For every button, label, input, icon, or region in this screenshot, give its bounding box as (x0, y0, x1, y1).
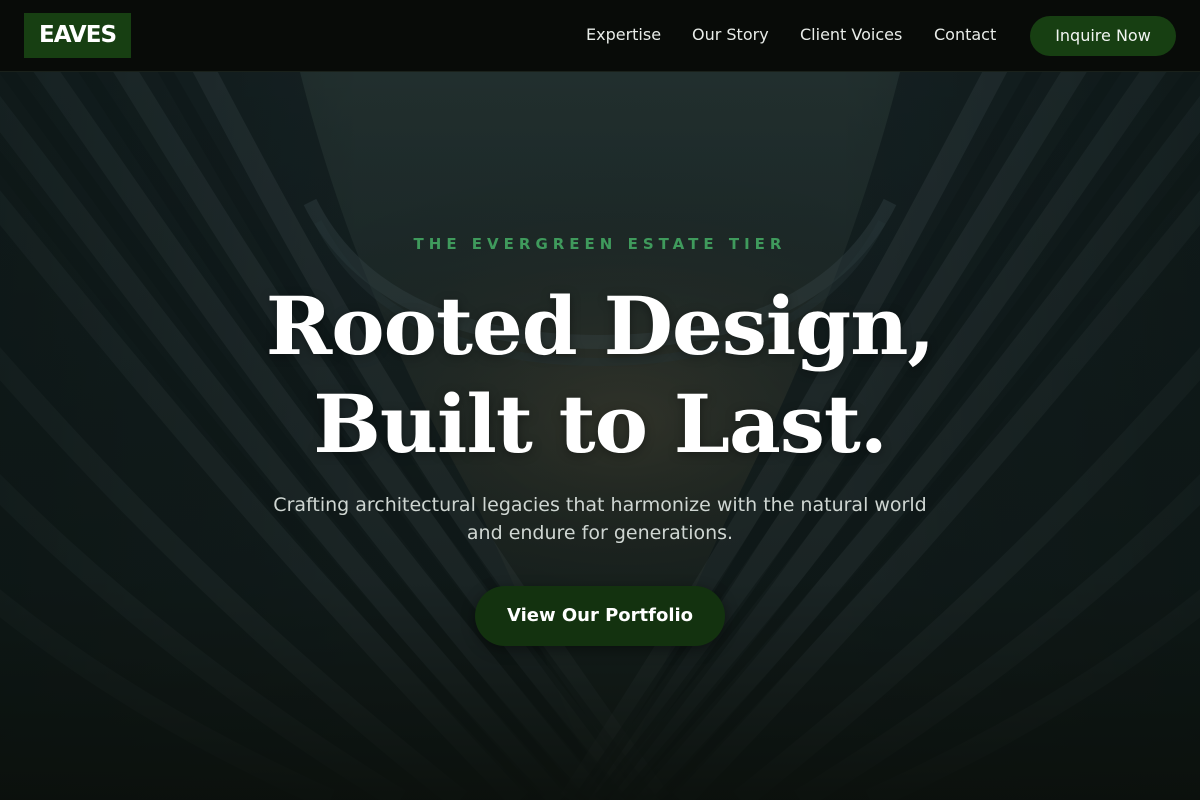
hero-headline: Rooted Design, Built to Last. (0, 277, 1200, 473)
hero-headline-line-2: Built to Last. (313, 377, 887, 471)
nav-link-client-voices[interactable]: Client Voices (800, 24, 902, 46)
logo[interactable]: EAVES (24, 13, 131, 58)
site-header: EAVES Expertise Our Story Client Voices … (0, 0, 1200, 72)
nav-link-our-story[interactable]: Our Story (692, 24, 769, 46)
hero-subtitle: Crafting architectural legacies that har… (273, 494, 927, 544)
view-portfolio-button[interactable]: View Our Portfolio (475, 586, 725, 646)
inquire-now-button[interactable]: Inquire Now (1030, 16, 1176, 56)
nav-link-expertise[interactable]: Expertise (586, 24, 661, 46)
hero-headline-line-1: Rooted Design, (265, 279, 936, 373)
nav-link-contact[interactable]: Contact (934, 24, 996, 46)
hero-eyebrow: THE EVERGREEN ESTATE TIER (413, 235, 787, 253)
hero-section: THE EVERGREEN ESTATE TIER Rooted Design,… (0, 72, 1200, 800)
